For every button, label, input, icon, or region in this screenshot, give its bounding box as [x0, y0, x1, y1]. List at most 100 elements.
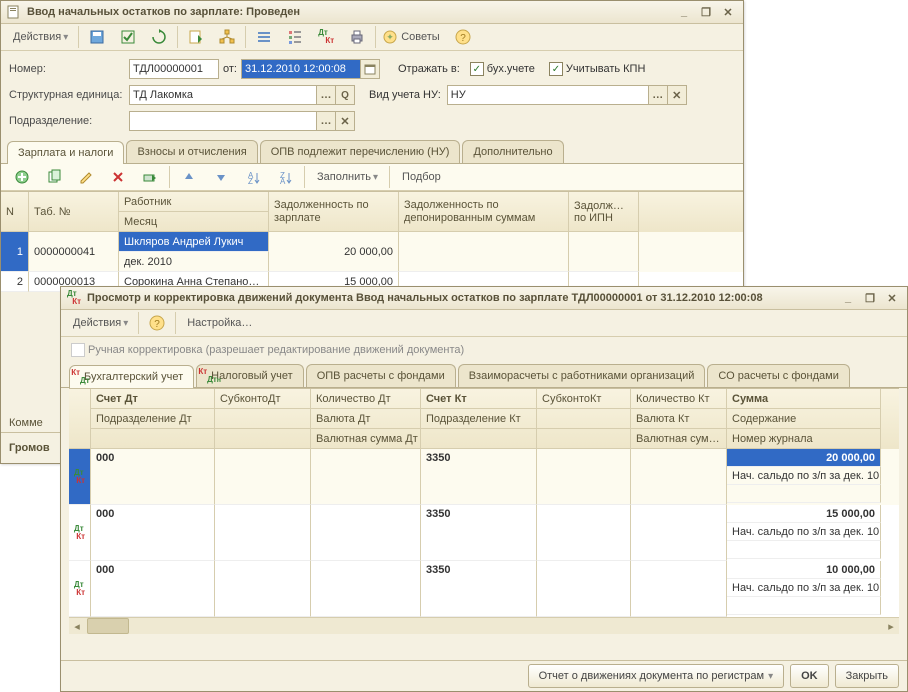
nu-input[interactable]: НУ	[447, 85, 649, 105]
tb-struct-icon[interactable]	[212, 25, 242, 49]
col-qty-kt[interactable]: Количество Кт	[631, 389, 727, 409]
row-copy-icon[interactable]	[39, 165, 69, 189]
nu-label: Вид учета НУ:	[369, 89, 441, 101]
tb-help-icon[interactable]: ?	[448, 25, 478, 49]
tab-nalog[interactable]: ДтКтНалоговый учет	[196, 364, 304, 387]
tab-opv-funds[interactable]: ОПВ расчеты с фондами	[306, 364, 456, 387]
col-journal[interactable]: Номер журнала	[727, 429, 881, 449]
col-sum[interactable]: Сумма	[727, 389, 881, 409]
number-label: Номер:	[9, 63, 129, 75]
tb-print-icon[interactable]	[342, 25, 372, 49]
col-cur-kt[interactable]: Валюта Кт	[631, 409, 727, 429]
date-picker-button[interactable]	[361, 59, 380, 79]
select-button[interactable]: Подбор	[394, 165, 448, 189]
col-month[interactable]: Месяц	[119, 212, 269, 232]
col-csum-dt[interactable]: Валютная сумма Дт	[311, 429, 421, 449]
chk-kpn[interactable]: ✓	[549, 62, 563, 76]
tab-salary[interactable]: Зарплата и налоги	[7, 141, 124, 164]
manual-edit-checkbox[interactable]	[71, 343, 85, 357]
h-scrollbar[interactable]: ◂▸	[69, 617, 899, 634]
table-row[interactable]: ДтКт 000 3350 20 000,00 Нач. сальдо по з…	[69, 449, 899, 505]
tb-help-icon-2[interactable]: ?	[142, 311, 172, 335]
maximize-button[interactable]: ❐	[697, 5, 715, 19]
col-qty-dt[interactable]: Количество Дт	[311, 389, 421, 409]
number-input[interactable]: ТДЛ00000001	[129, 59, 219, 79]
tb-save-icon[interactable]	[82, 25, 112, 49]
tb-tree-icon[interactable]	[280, 25, 310, 49]
row-edit-icon[interactable]	[71, 165, 101, 189]
tb-list-icon[interactable]	[249, 25, 279, 49]
col-acc-kt[interactable]: Счет Кт	[421, 389, 537, 409]
col-cur-dt[interactable]: Валюта Дт	[311, 409, 421, 429]
svg-text:✦: ✦	[386, 32, 394, 42]
struct-input[interactable]: ТД Лакомка	[129, 85, 317, 105]
sort-asc-icon[interactable]: AZ	[238, 165, 268, 189]
tab-vzaim[interactable]: Взаиморасчеты с работниками организаций	[458, 364, 706, 387]
maximize-button-2[interactable]: ❐	[861, 291, 879, 305]
ok-button[interactable]: OK	[790, 664, 829, 688]
close-button[interactable]: ✕	[719, 5, 737, 19]
actions-menu-2[interactable]: Действия▾	[65, 311, 135, 335]
tab-contrib[interactable]: Взносы и отчисления	[126, 140, 257, 163]
col-dept-kt[interactable]: Подразделение Кт	[421, 409, 537, 429]
sort-desc-icon[interactable]: ZA	[270, 165, 300, 189]
col-debt-pay[interactable]: Задолженность по зарплате	[269, 192, 399, 232]
tb-basedon-icon[interactable]	[181, 25, 211, 49]
actions-menu[interactable]: Действия▾	[5, 25, 75, 49]
settings-button[interactable]: Настройка…	[179, 311, 259, 335]
tb-repost-icon[interactable]	[144, 25, 174, 49]
row-delete-icon[interactable]	[103, 165, 133, 189]
dept-input[interactable]	[129, 111, 317, 131]
minimize-button[interactable]: _	[675, 5, 693, 19]
minimize-button-2[interactable]: _	[839, 291, 857, 305]
table-row[interactable]: 1 0000000041 Шкляров Андрей Лукич дек. 2…	[1, 232, 743, 272]
col-tab[interactable]: Таб. №	[29, 192, 119, 232]
date-input[interactable]: 31.12.2010 12:00:08	[241, 59, 361, 79]
dept-clear-button[interactable]: ✕	[336, 111, 355, 131]
comment-label: Комме	[9, 417, 43, 429]
struct-select-button[interactable]: …	[317, 85, 336, 105]
svg-text:Z: Z	[248, 177, 253, 184]
col-acc-dt[interactable]: Счет Дт	[91, 389, 215, 409]
table-row[interactable]: ДтКт 000 3350 10 000,00 Нач. сальдо по з…	[69, 561, 899, 617]
loud-label: Громов	[9, 442, 50, 454]
grid-win2: Счет Дт Подразделение Дт СубконтоДт Коли…	[69, 388, 899, 634]
nu-clear-button[interactable]: ✕	[668, 85, 687, 105]
row-add-icon[interactable]	[7, 165, 37, 189]
struct-label: Структурная единица:	[9, 89, 129, 101]
chk-buh[interactable]: ✓	[470, 62, 484, 76]
manual-edit-label: Ручная корректировка (разрешает редактир…	[88, 344, 464, 356]
row-down-icon[interactable]	[206, 165, 236, 189]
col-worker[interactable]: Работник	[119, 192, 269, 212]
tb-dtkt-icon[interactable]: ДтКт	[311, 25, 341, 49]
col-content[interactable]: Содержание	[727, 409, 881, 429]
fill-menu[interactable]: Заполнить▾	[309, 165, 385, 189]
date-label: от:	[223, 63, 237, 75]
row-up-icon[interactable]	[174, 165, 204, 189]
col-csum-kt[interactable]: Валютная сум…	[631, 429, 727, 449]
tab-opv[interactable]: ОПВ подлежит перечислению (НУ)	[260, 140, 461, 163]
col-n[interactable]: N	[1, 192, 29, 232]
nu-select-button[interactable]: …	[649, 85, 668, 105]
col-sub-kt[interactable]: СубконтоКт	[537, 389, 631, 409]
col-dept-dt[interactable]: Подразделение Дт	[91, 409, 215, 429]
tb-tips[interactable]: ✦Советы	[379, 25, 446, 49]
struct-open-button[interactable]: Q	[336, 85, 355, 105]
close-button-2[interactable]: ✕	[883, 291, 901, 305]
report-button[interactable]: Отчет о движениях документа по регистрам…	[528, 664, 785, 688]
window-title-2: Просмотр и корректировка движений докуме…	[87, 292, 763, 304]
tab-extra[interactable]: Дополнительно	[462, 140, 563, 163]
dept-select-button[interactable]: …	[317, 111, 336, 131]
row-finish-icon[interactable]	[135, 165, 165, 189]
titlebar-win2: ДтКт Просмотр и корректировка движений д…	[61, 287, 907, 310]
tab-buh[interactable]: ДтКтБухгалтерский учет	[69, 365, 194, 388]
toolbar-win1: Действия▾ ДтКт ✦Советы ?	[1, 24, 743, 51]
col-debt-dep[interactable]: Задолженность по депонированным суммам	[399, 192, 569, 232]
tb-post-icon[interactable]	[113, 25, 143, 49]
tab-so-funds[interactable]: СО расчеты с фондами	[707, 364, 849, 387]
svg-text:?: ?	[460, 33, 466, 44]
table-row[interactable]: ДтКт 000 3350 15 000,00 Нач. сальдо по з…	[69, 505, 899, 561]
col-debt-ipn[interactable]: Задолж… по ИПН	[569, 192, 639, 232]
close-button-footer[interactable]: Закрыть	[835, 664, 899, 688]
col-sub-dt[interactable]: СубконтоДт	[215, 389, 311, 409]
